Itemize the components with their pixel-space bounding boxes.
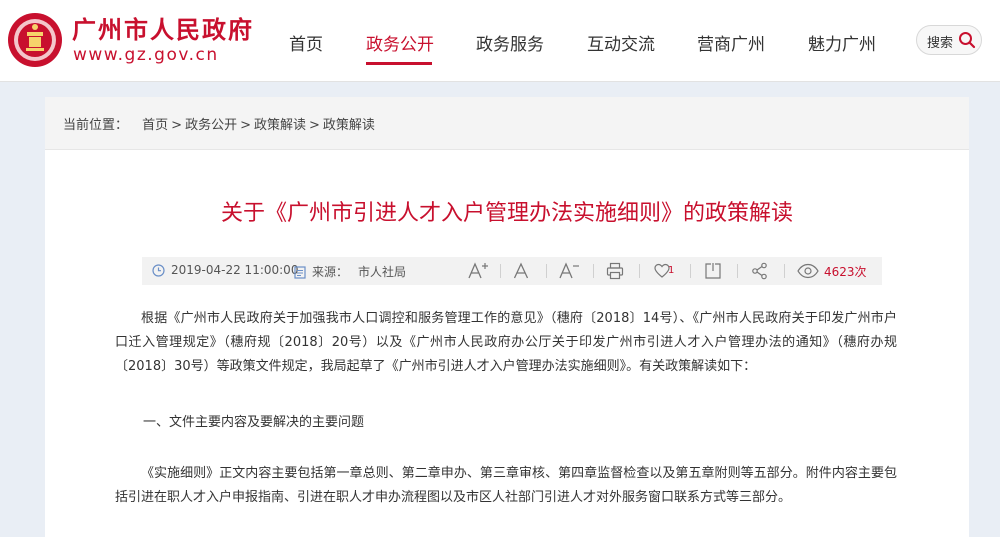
toolbar-divider: [546, 264, 547, 278]
article-info-bar: 2019-04-22 11:00:00 来源： 市人社局 1 4623次: [142, 257, 882, 285]
site-title[interactable]: 广州市人民政府: [72, 10, 254, 45]
like-button[interactable]: 1: [654, 257, 688, 285]
site-url[interactable]: www.gz.gov.cn: [73, 45, 219, 65]
nav-item-government-affairs[interactable]: 政务公开: [366, 30, 434, 55]
document-icon: [294, 266, 306, 279]
like-count: 1: [668, 265, 675, 276]
view-count: 4623次: [797, 257, 877, 285]
nav-item-government-services[interactable]: 政务服务: [476, 30, 544, 55]
toolbar-divider: [737, 264, 738, 278]
bookmark-button[interactable]: [704, 257, 734, 285]
nav-item-charm-guangzhou[interactable]: 魅力广州: [808, 30, 876, 55]
bookmark-icon: [705, 263, 721, 279]
toolbar-divider: [784, 264, 785, 278]
breadcrumb-link-policy-interpretation-current[interactable]: 政策解读: [323, 118, 375, 133]
font-decrease-button[interactable]: [558, 257, 588, 285]
article-paragraph: 《实施细则》正文内容主要包括第一章总则、第二章申办、第三章审核、第四章监督检查以…: [115, 466, 897, 505]
breadcrumb-bar: 当前位置： 首页 > 政务公开 > 政策解读 > 政策解读: [45, 97, 969, 150]
font-normal-icon: [513, 262, 529, 279]
article-source: 来源： 市人社局: [294, 263, 406, 280]
font-increase-icon: [468, 262, 488, 279]
breadcrumb-link-home[interactable]: 首页: [142, 118, 168, 133]
share-button[interactable]: [751, 257, 781, 285]
publish-date: 2019-04-22 11:00:00: [152, 263, 298, 277]
search-label: 搜索: [927, 36, 954, 51]
source-label: 来源：: [312, 265, 349, 279]
search-icon: [959, 32, 976, 49]
article-card: 当前位置： 首页 > 政务公开 > 政策解读 > 政策解读 关于《广州市引进人才入户管理办法…: [45, 97, 969, 537]
font-increase-button[interactable]: [467, 257, 497, 285]
toolbar-divider: [593, 264, 594, 278]
breadcrumb-separator: >: [240, 118, 251, 133]
site-header: 广州市人民政府 www.gz.gov.cn 首页 政务公开 政务服务 互动交流 …: [0, 0, 1000, 82]
nav-active-indicator: [366, 62, 432, 65]
breadcrumb: 当前位置： 首页 > 政务公开 > 政策解读 > 政策解读: [63, 114, 375, 133]
nav-item-home[interactable]: 首页: [289, 30, 323, 55]
toolbar-divider: [639, 264, 640, 278]
font-normal-button[interactable]: [513, 257, 543, 285]
government-emblem-icon[interactable]: [6, 10, 64, 70]
breadcrumb-separator: >: [309, 118, 320, 133]
share-icon: [752, 262, 767, 280]
search-button[interactable]: 搜索: [916, 25, 982, 55]
section-heading: 一、文件主要内容及要解决的主要问题: [143, 415, 365, 430]
breadcrumb-link-policy-interpretation[interactable]: 政策解读: [254, 118, 306, 133]
article-title: 关于《广州市引进人才入户管理办法实施细则》的政策解读: [220, 201, 793, 226]
toolbar-divider: [500, 264, 501, 278]
breadcrumb-link-government-affairs[interactable]: 政务公开: [185, 118, 237, 133]
clock-icon: [152, 264, 165, 277]
toolbar-divider: [690, 264, 691, 278]
nav-item-interaction[interactable]: 互动交流: [587, 30, 655, 55]
eye-icon: [797, 263, 819, 279]
source-value: 市人社局: [358, 265, 407, 279]
breadcrumb-separator: >: [171, 118, 183, 133]
print-icon: [606, 262, 624, 280]
publish-date-value: 2019-04-22 11:00:00: [171, 263, 299, 277]
print-button[interactable]: [606, 257, 636, 285]
breadcrumb-prefix: 当前位置：: [63, 118, 129, 133]
font-decrease-icon: [559, 262, 579, 279]
article-paragraph: 根据《广州市人民政府关于加强我市人口调控和服务管理工作的意见》（穗府〔2018〕…: [115, 311, 897, 374]
nav-item-business-guangzhou[interactable]: 营商广州: [697, 30, 765, 55]
view-count-value: 4623次: [824, 265, 867, 279]
